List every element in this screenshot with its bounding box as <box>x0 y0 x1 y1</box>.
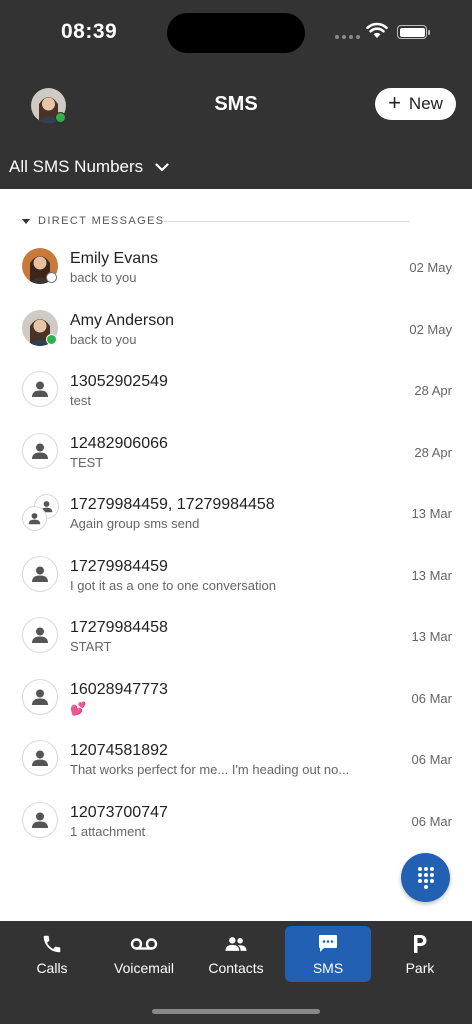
tab-label: SMS <box>312 960 344 976</box>
conversation-item[interactable]: 17279984459 I got it as a one to one con… <box>0 544 472 606</box>
message-date: 13 Mar <box>411 629 452 644</box>
message-date: 28 Apr <box>414 444 452 460</box>
new-message-button[interactable]: + New <box>375 88 456 120</box>
cellular-signal-icon <box>335 35 360 39</box>
conversation-item[interactable]: 17279984458 START 13 Mar <box>0 605 472 667</box>
message-preview: Again group sms send <box>70 516 200 531</box>
conversation-item[interactable]: 12074581892 That works perfect for me...… <box>0 728 472 790</box>
tab-label: Contacts <box>208 960 264 976</box>
contact-name: 13052902549 <box>70 373 168 390</box>
person-icon <box>22 740 58 776</box>
contact-name: 17279984459, 17279984458 <box>70 496 275 513</box>
new-button-label: New <box>408 94 443 113</box>
message-date: 06 Mar <box>411 813 452 829</box>
person-icon <box>22 555 58 592</box>
message-date: 06 Mar <box>411 752 452 767</box>
message-preview: START <box>70 639 112 654</box>
conversation-item[interactable]: 13052902549 test 28 Apr <box>0 359 472 421</box>
contacts-icon <box>225 937 247 951</box>
voicemail-icon <box>130 938 158 950</box>
message-date: 13 Mar <box>411 506 452 521</box>
tab-voicemail[interactable]: Voicemail <box>103 926 185 982</box>
wifi-icon <box>366 22 388 38</box>
tab-park[interactable]: Park <box>380 926 460 982</box>
person-icon <box>22 432 58 469</box>
presence-offline-indicator <box>46 272 57 283</box>
status-time: 08:39 <box>61 20 118 43</box>
contact-name: 16028947773 <box>70 680 168 698</box>
contact-name: Emily Evans <box>70 250 159 267</box>
home-indicator <box>152 1009 320 1014</box>
person-icon <box>22 371 58 407</box>
dialpad-button[interactable] <box>401 853 450 902</box>
direct-messages-section-toggle[interactable]: DIRECT MESSAGES <box>22 215 165 227</box>
section-label: DIRECT MESSAGES <box>38 215 165 227</box>
battery-icon <box>397 25 430 39</box>
conversation-item[interactable]: 17279984459, 17279984458 Again group sms… <box>0 482 472 544</box>
message-date: 13 Mar <box>411 567 452 583</box>
sms-numbers-filter[interactable]: All SMS Numbers <box>9 157 169 177</box>
app-header: 08:39 SMS + New All SMS Numbers <box>0 0 472 189</box>
filter-label: All SMS Numbers <box>9 157 144 176</box>
message-preview: back to you <box>70 270 137 285</box>
chat-icon <box>319 935 337 952</box>
message-preview: That works perfect for me... I'm heading… <box>70 762 350 777</box>
conversation-item[interactable]: 16028947773 💕 06 Mar <box>0 667 472 729</box>
contact-name: 12482906066 <box>70 434 168 452</box>
contact-name: 12073700747 <box>70 803 168 821</box>
message-date: 06 Mar <box>411 690 452 706</box>
contact-name: 12074581892 <box>70 742 168 759</box>
tab-label: Park <box>405 960 435 976</box>
conversation-list: Emily Evans back to you 02 May Amy Ander… <box>0 236 472 851</box>
dialpad-icon <box>417 866 434 889</box>
conversation-item[interactable]: Amy Anderson back to you 02 May <box>0 298 472 360</box>
conversation-item[interactable]: Emily Evans back to you 02 May <box>0 236 472 298</box>
message-preview: back to you <box>70 331 137 347</box>
message-date: 02 May <box>409 321 452 337</box>
message-preview: I got it as a one to one conversation <box>70 577 276 593</box>
person-icon <box>22 801 58 838</box>
message-preview: test <box>70 393 91 408</box>
chevron-down-icon <box>155 162 169 171</box>
park-icon <box>414 935 427 953</box>
conversation-item[interactable]: 12073700747 1 attachment 06 Mar <box>0 790 472 852</box>
caret-down-icon <box>22 218 30 224</box>
contact-name: 17279984459 <box>70 557 168 575</box>
group-icon <box>20 491 62 533</box>
conversation-item[interactable]: 12482906066 TEST 28 Apr <box>0 421 472 483</box>
message-preview: 💕 <box>70 700 87 716</box>
tab-contacts[interactable]: Contacts <box>195 926 277 982</box>
tab-label: Calls <box>36 960 68 976</box>
dynamic-island <box>167 13 305 53</box>
message-date: 02 May <box>409 260 452 275</box>
section-divider <box>164 221 410 222</box>
person-icon <box>22 678 58 715</box>
tab-calls[interactable]: Calls <box>12 926 92 982</box>
bottom-tab-bar: Calls Voicemail Contacts SMS Park <box>0 921 472 1024</box>
message-preview: TEST <box>70 454 104 470</box>
tab-label: Voicemail <box>114 960 174 976</box>
phone-icon <box>43 935 61 953</box>
presence-online-indicator <box>46 333 57 345</box>
person-icon <box>22 617 58 653</box>
message-preview: 1 attachment <box>70 823 146 839</box>
message-date: 28 Apr <box>414 383 452 398</box>
contact-name: Amy Anderson <box>70 311 175 329</box>
contact-name: 17279984458 <box>70 619 168 636</box>
plus-icon: + <box>388 90 401 115</box>
tab-sms[interactable]: SMS <box>285 926 371 982</box>
